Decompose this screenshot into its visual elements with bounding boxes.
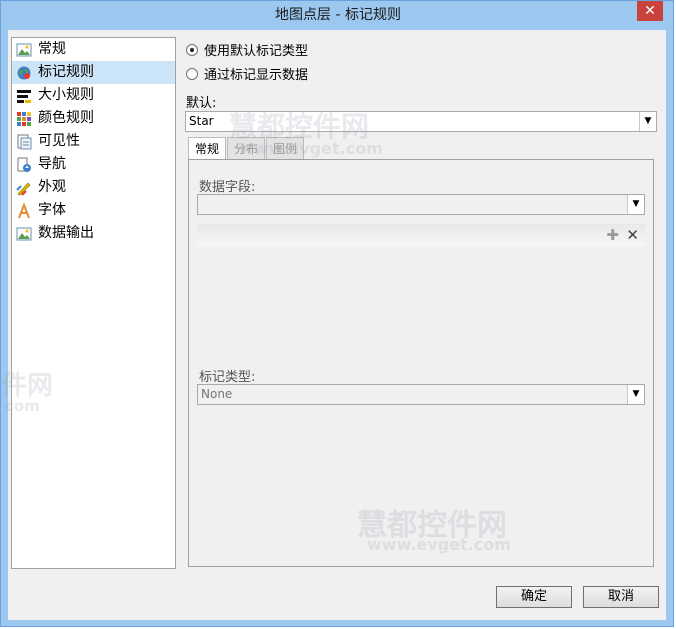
navigation-icon (17, 157, 31, 172)
nav-item-color-rules[interactable]: 颜色规则 (12, 107, 175, 130)
nav-item-label: 导航 (38, 156, 66, 172)
list-toolbar: ✚ ✕ (197, 224, 645, 246)
nav-item-visibility[interactable]: 可见性 (12, 130, 175, 153)
nav-item-label: 可见性 (38, 133, 80, 149)
default-combo[interactable]: Star ▼ (185, 111, 657, 132)
data-output-icon (16, 227, 32, 240)
chevron-down-icon[interactable]: ▼ (627, 195, 644, 214)
marker-type-label: 标记类型: (199, 370, 256, 385)
tab-panel: 数据字段: ▼ ✚ ✕ 标记类型: None ▼ 慧都控件网 www.evget… (188, 159, 654, 567)
nav-item-size-rules[interactable]: 大小规则 (12, 84, 175, 107)
size-bars-icon (17, 89, 31, 103)
tab-strip: 常规 分布 图例 (188, 137, 305, 160)
nav-item-navigation[interactable]: 导航 (12, 153, 175, 176)
radio-label: 通过标记显示数据 (204, 68, 309, 83)
nav-item-appearance[interactable]: 外观 (12, 176, 175, 199)
globe-marker-icon (17, 66, 31, 79)
tab-distribution[interactable]: 分布 (227, 137, 266, 160)
data-field-combo[interactable]: ▼ (197, 194, 645, 215)
radio-indicator[interactable] (186, 67, 198, 80)
nav-item-font[interactable]: 字体 (12, 199, 175, 222)
default-value: Star (189, 114, 214, 128)
nav-list: 常规 标记规则 大小规则 颜色规则 可见性 导航 外观 字体 数据输出 (11, 37, 176, 569)
radio-default-type[interactable]: 使用默认标记类型 (186, 40, 308, 59)
dialog-window: 地图点层 - 标记规则 ✕ 常规 标记规则 大小规则 颜色规则 可见性 导航 外… (0, 0, 674, 627)
color-grid-icon (17, 111, 31, 126)
radio-label: 使用默认标记类型 (204, 44, 309, 59)
watermark-text: 慧都控件网 (357, 508, 507, 543)
nav-item-data-output[interactable]: 数据输出 (12, 222, 175, 245)
close-button[interactable]: ✕ (637, 1, 663, 21)
landscape-icon (16, 43, 32, 56)
window-title: 地图点层 - 标记规则 (275, 7, 401, 23)
marker-type-value: None (201, 387, 233, 401)
nav-item-label: 常规 (38, 41, 66, 57)
radio-indicator[interactable] (186, 43, 198, 56)
nav-item-general[interactable]: 常规 (12, 38, 175, 61)
appearance-icon (16, 182, 31, 196)
radio-by-data[interactable]: 通过标记显示数据 (186, 64, 308, 83)
chevron-down-icon[interactable]: ▼ (639, 112, 656, 131)
nav-item-label: 标记规则 (38, 64, 94, 80)
watermark-url: www.evget.com (367, 535, 511, 554)
visibility-icon (17, 134, 32, 149)
tab-general[interactable]: 常规 (188, 137, 227, 160)
remove-icon[interactable]: ✕ (626, 226, 639, 244)
nav-item-label: 数据输出 (38, 225, 94, 241)
dialog-client: 常规 标记规则 大小规则 颜色规则 可见性 导航 外观 字体 数据输出 使用默认… (8, 30, 666, 620)
ok-button[interactable]: 确定 (496, 586, 572, 608)
add-icon[interactable]: ✚ (606, 226, 619, 244)
marker-type-combo[interactable]: None ▼ (197, 384, 645, 405)
nav-item-label: 颜色规则 (38, 110, 94, 126)
cancel-button[interactable]: 取消 (583, 586, 659, 608)
data-field-label: 数据字段: (199, 180, 256, 195)
nav-item-marker-rules[interactable]: 标记规则 (12, 61, 175, 84)
chevron-down-icon[interactable]: ▼ (627, 385, 644, 404)
font-icon (18, 202, 30, 218)
nav-item-label: 大小规则 (38, 87, 94, 103)
nav-item-label: 字体 (38, 202, 66, 218)
tab-legend[interactable]: 图例 (266, 137, 305, 160)
default-label: 默认: (186, 96, 217, 111)
nav-item-label: 外观 (38, 179, 66, 195)
